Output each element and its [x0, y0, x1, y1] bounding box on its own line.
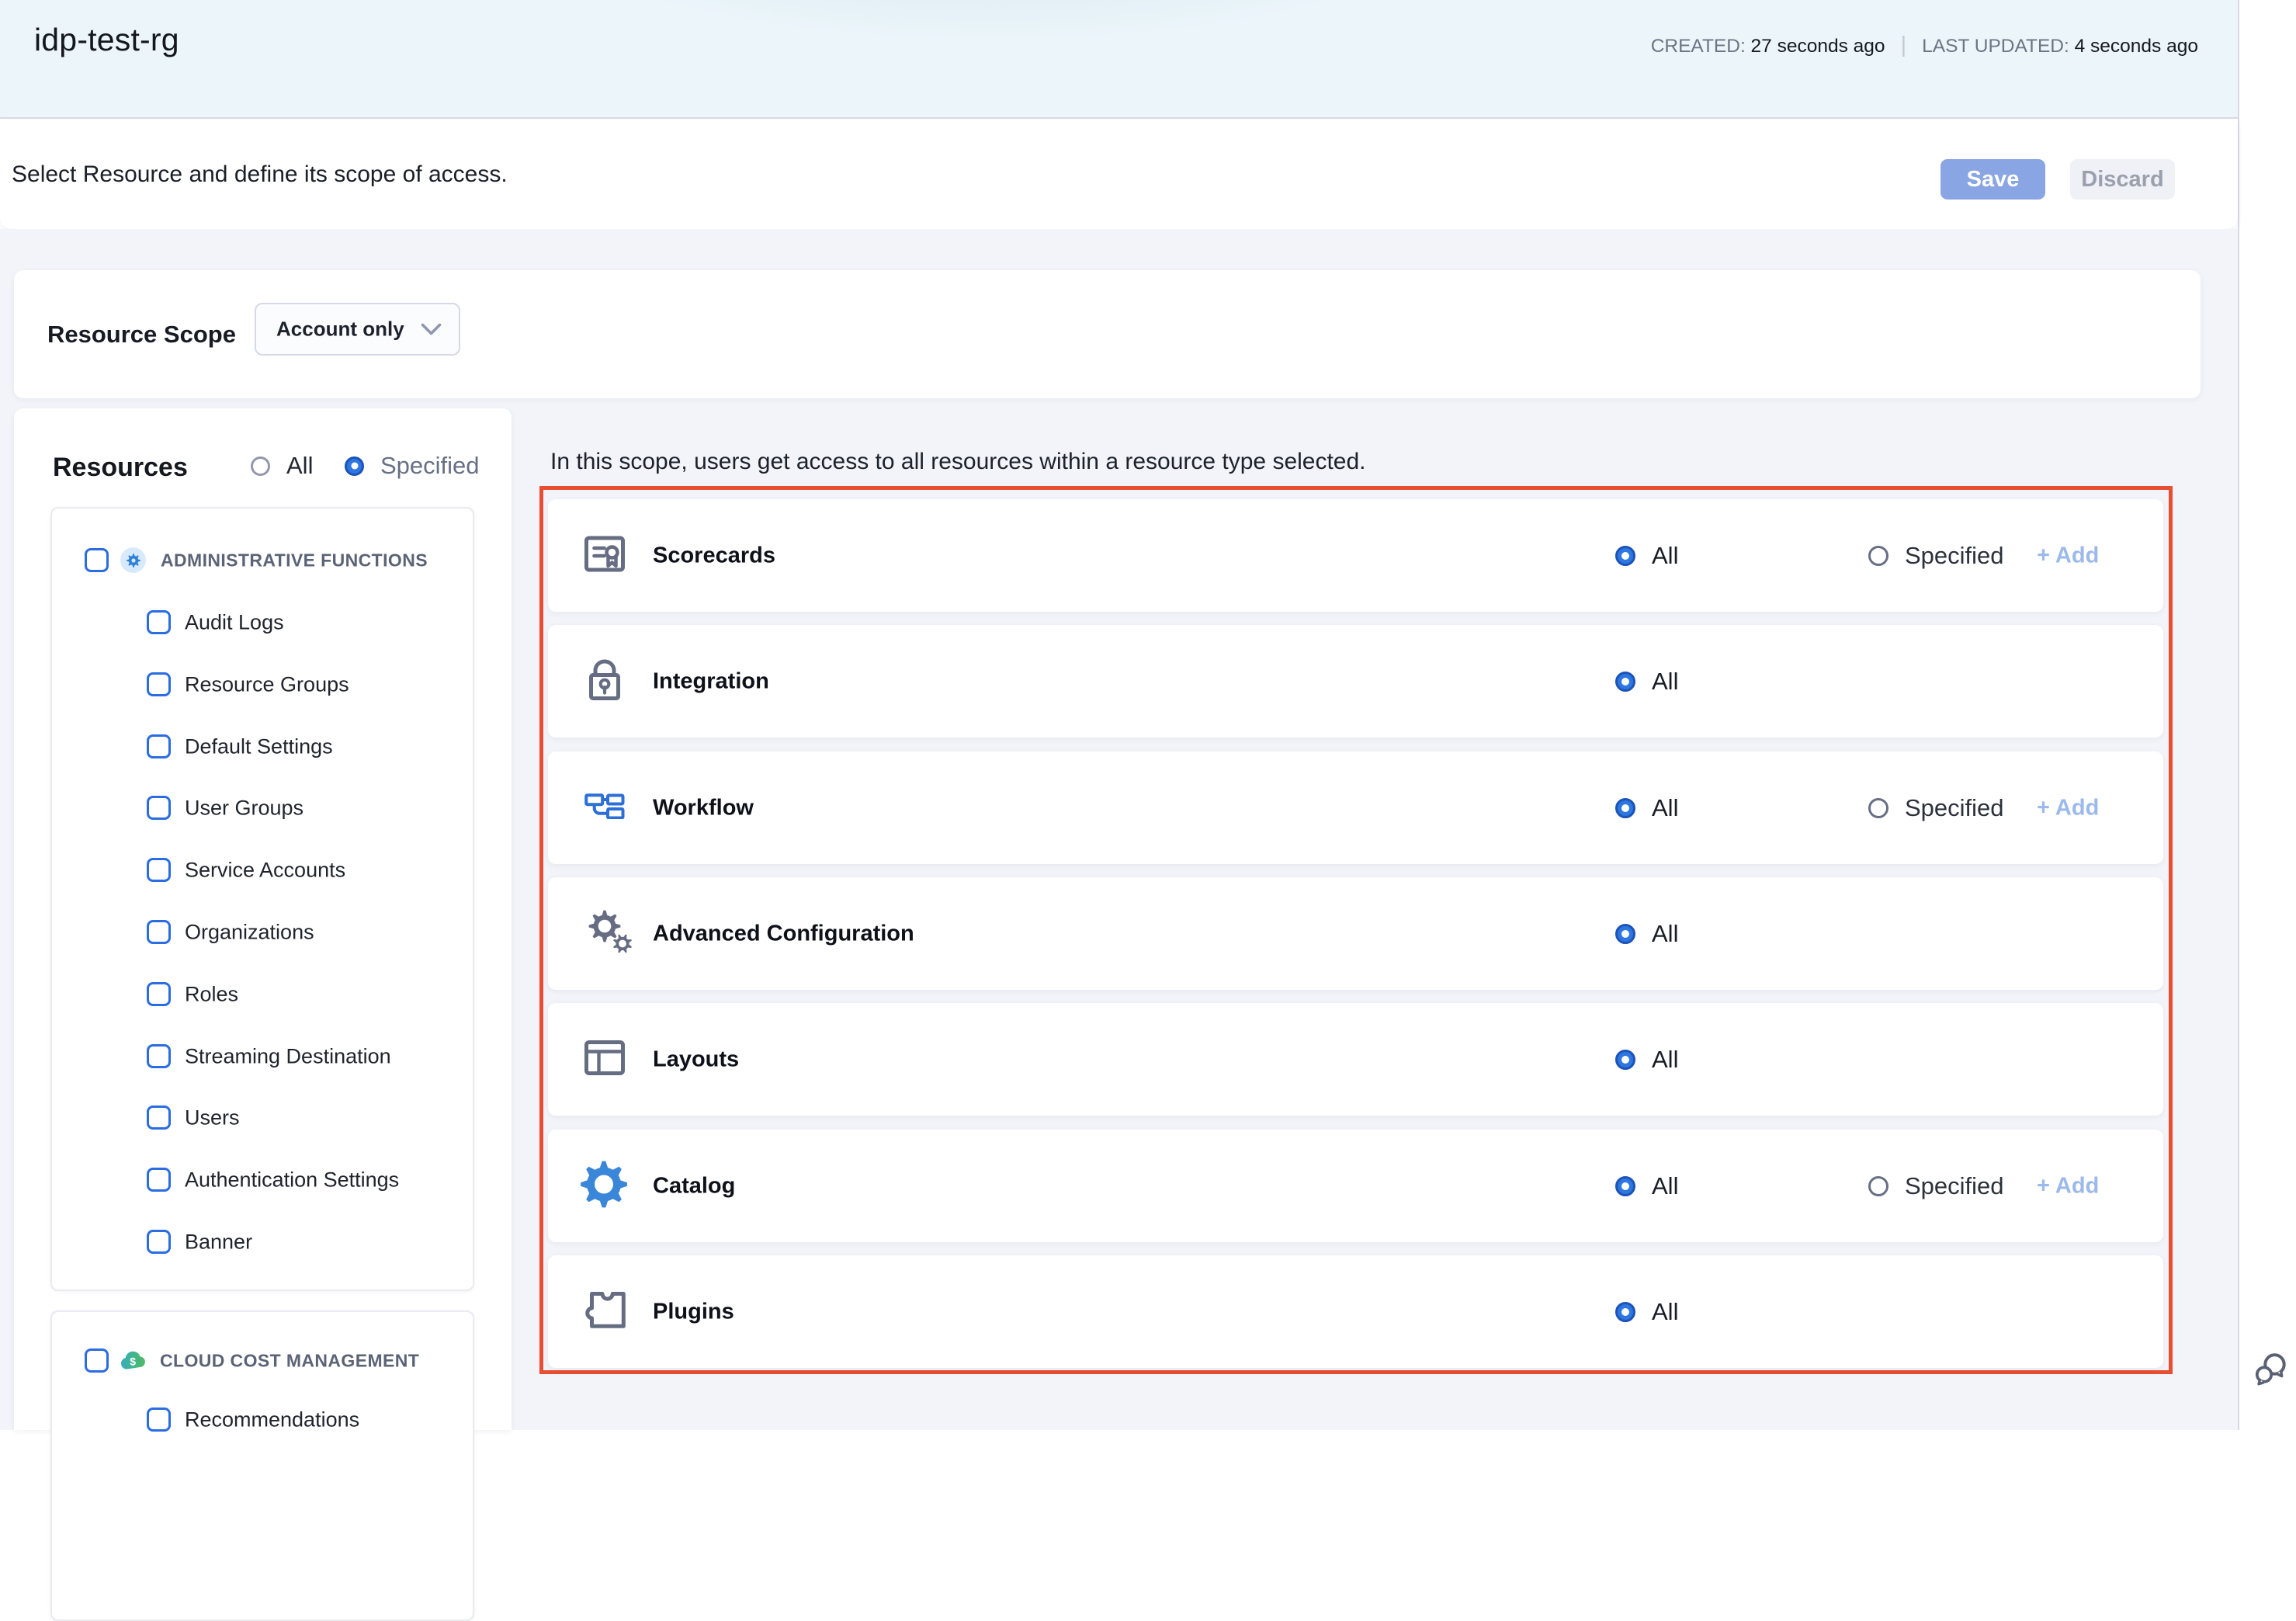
svg-text:$: $: [130, 1355, 136, 1367]
